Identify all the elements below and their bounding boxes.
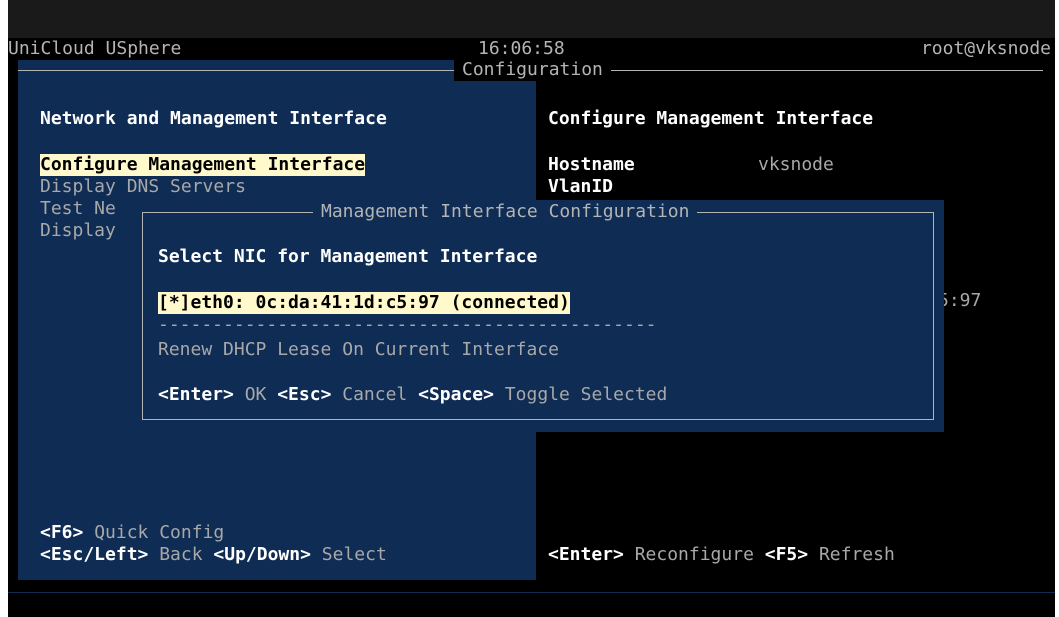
dialog-enter-key: <Enter> [158,384,234,405]
dialog-space-key: <Space> [418,384,494,405]
top-strip [8,0,1055,38]
dialog-title: Management Interface Configuration [313,201,698,223]
configuration-frame-title: Configuration [454,59,611,81]
toggle-selected-label: Toggle Selected [493,384,668,405]
ok-label: OK [233,384,278,405]
dialog-esc-key: <Esc> [277,384,332,405]
cancel-label: Cancel [331,384,419,405]
dialog-separator: ----------------------------------------… [158,314,657,335]
renew-dhcp-option[interactable]: Renew DHCP Lease On Current Interface [158,339,559,361]
title-bar: UniCloud USphere 16:06:58 root@vksnode [8,38,1055,60]
nic-option-eth0[interactable]: [*]eth0: 0c:da:41:1d:c5:97 (connected) [158,292,570,314]
dialog-prompt: Select NIC for Management Interface [158,246,538,267]
console-screen: UniCloud USphere 16:06:58 root@vksnode N… [8,0,1055,617]
user-host: root@vksnode [920,38,1051,59]
bottom-strip [8,592,1055,617]
app-title: UniCloud USphere [8,38,182,59]
management-interface-dialog: Management Interface Configuration Selec… [132,200,944,432]
clock: 16:06:58 [478,38,565,59]
dialog-key-hints: <Enter> OK <Esc> Cancel <Space> Toggle S… [158,384,667,406]
